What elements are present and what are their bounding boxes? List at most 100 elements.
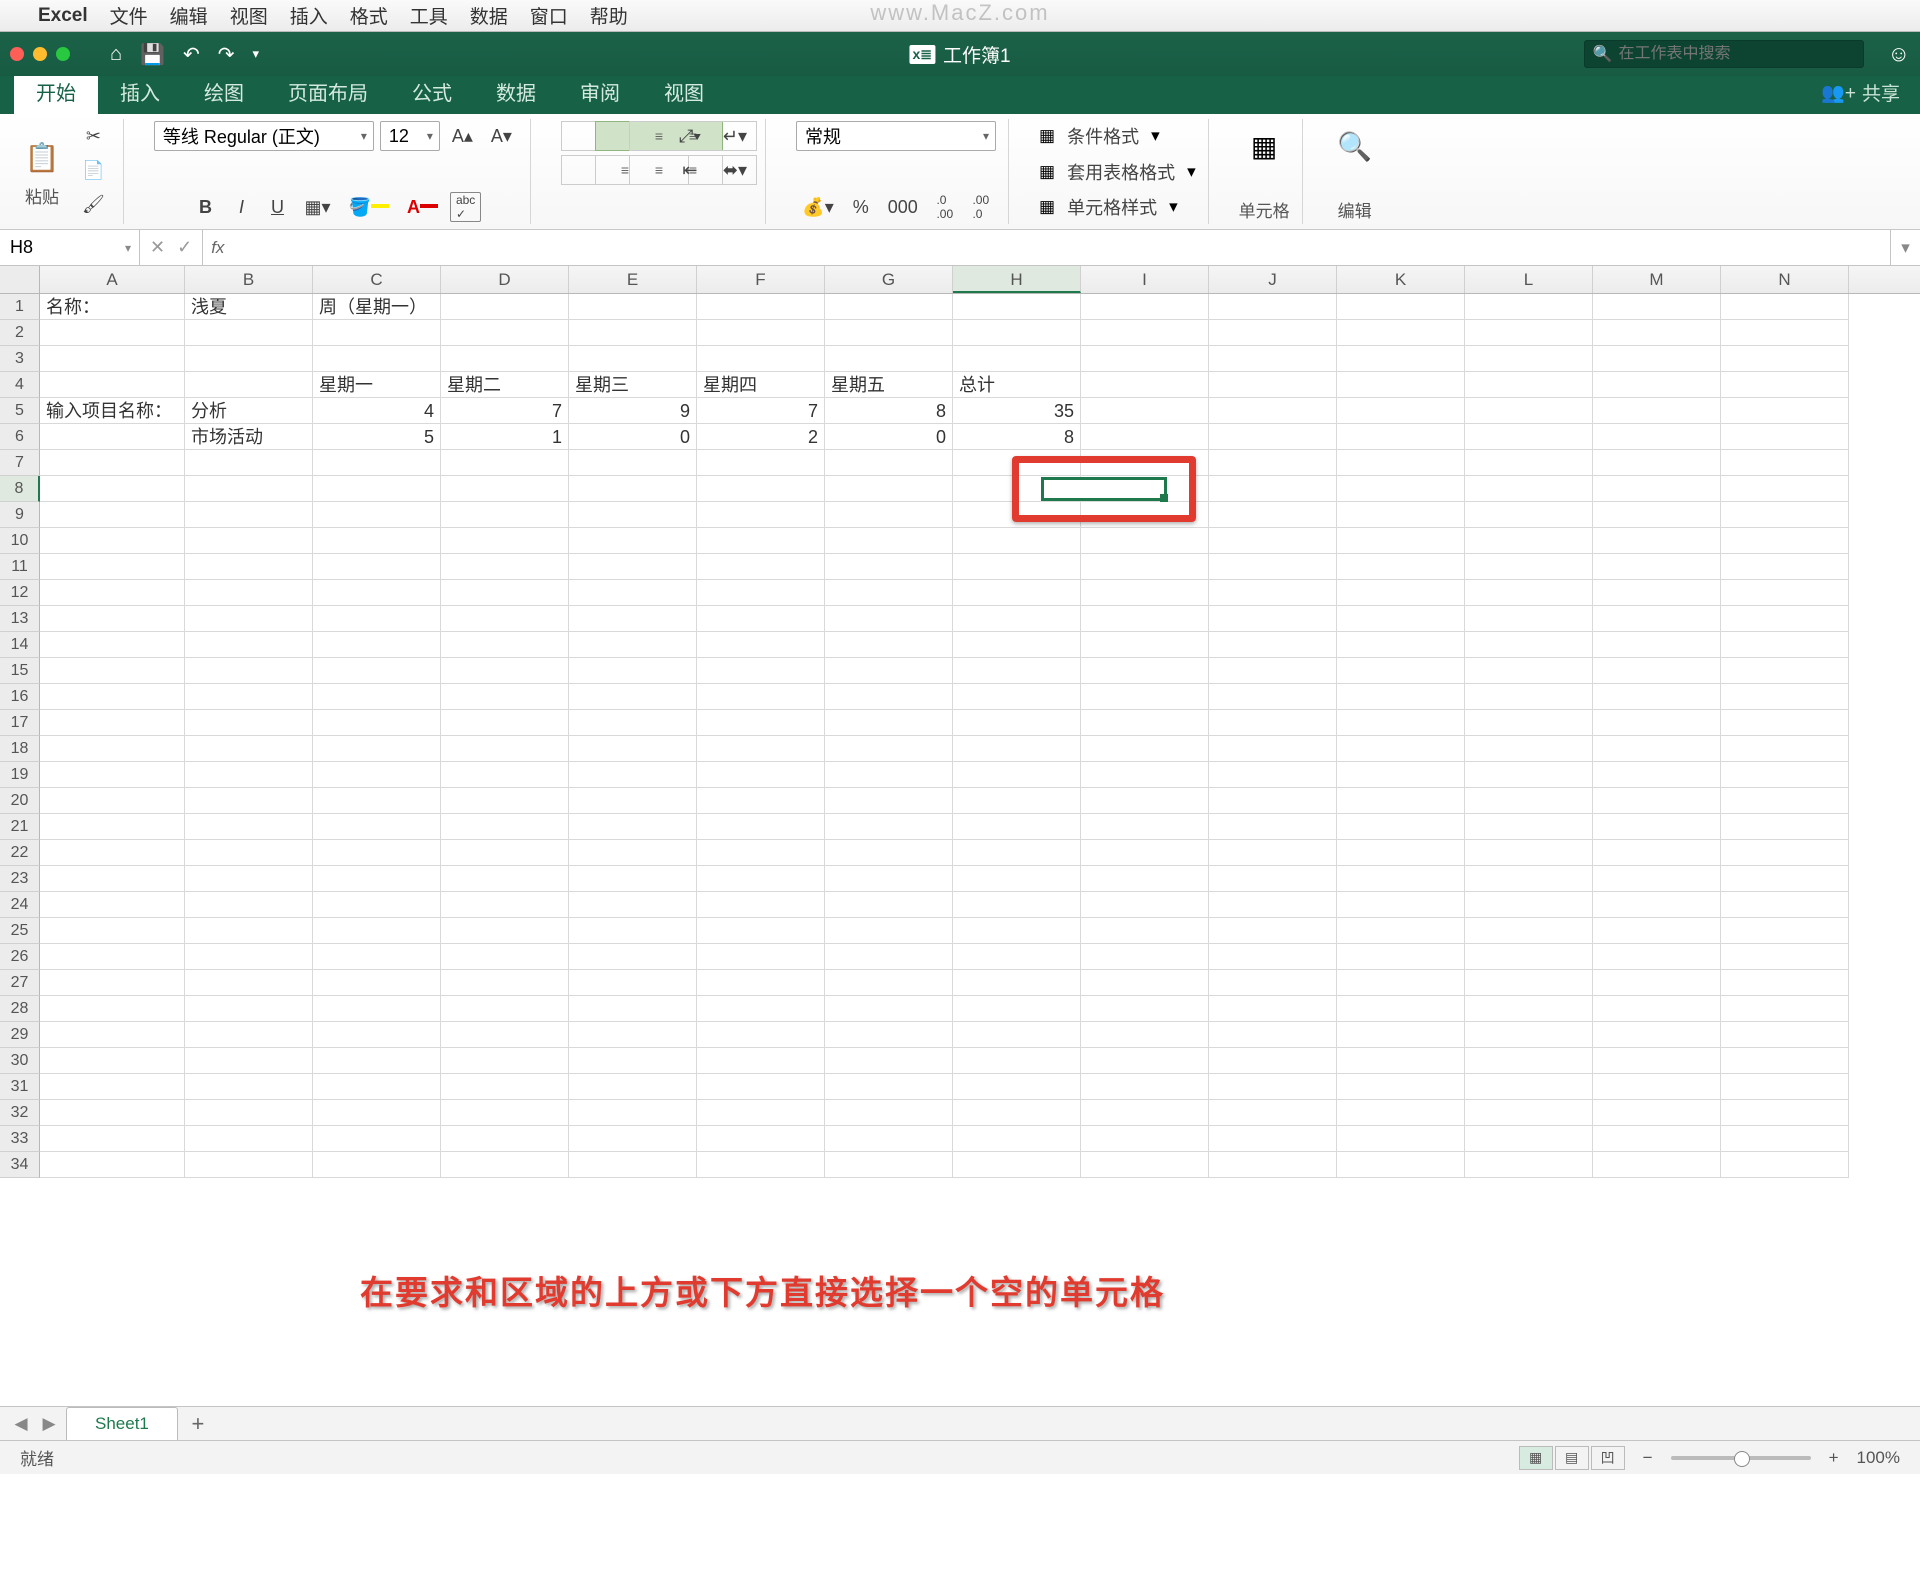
cell-G18[interactable] [825,736,953,762]
cell-C9[interactable] [313,502,441,528]
cell-J22[interactable] [1209,840,1337,866]
cell-L26[interactable] [1465,944,1593,970]
col-header-J[interactable]: J [1209,266,1337,293]
cell-L5[interactable] [1465,398,1593,424]
number-format-select[interactable]: 常规 [796,121,996,151]
cell-A26[interactable] [40,944,185,970]
cell-D34[interactable] [441,1152,569,1178]
phonetic-button[interactable]: abc✓ [450,192,481,222]
cell-C3[interactable] [313,346,441,372]
cell-I5[interactable] [1081,398,1209,424]
cell-G20[interactable] [825,788,953,814]
cell-H9[interactable] [953,502,1081,528]
cell-N19[interactable] [1721,762,1849,788]
cell-C4[interactable]: 星期一 [313,372,441,398]
maximize-icon[interactable] [56,47,70,61]
row-header[interactable]: 4 [0,372,40,398]
cell-C29[interactable] [313,1022,441,1048]
cell-L27[interactable] [1465,970,1593,996]
menu-data[interactable]: 数据 [470,2,508,29]
cell-H12[interactable] [953,580,1081,606]
cell-K20[interactable] [1337,788,1465,814]
row-header[interactable]: 24 [0,892,40,918]
cell-N4[interactable] [1721,372,1849,398]
cell-J13[interactable] [1209,606,1337,632]
cell-A33[interactable] [40,1126,185,1152]
cell-I15[interactable] [1081,658,1209,684]
cell-F14[interactable] [697,632,825,658]
cell-C22[interactable] [313,840,441,866]
cell-J34[interactable] [1209,1152,1337,1178]
cell-I23[interactable] [1081,866,1209,892]
border-button[interactable]: ▦▾ [298,192,336,222]
cell-M2[interactable] [1593,320,1721,346]
cell-N28[interactable] [1721,996,1849,1022]
increase-font-icon[interactable]: A▴ [446,121,479,151]
cell-H24[interactable] [953,892,1081,918]
cell-M23[interactable] [1593,866,1721,892]
cell-D29[interactable] [441,1022,569,1048]
menu-tools[interactable]: 工具 [410,2,448,29]
cell-N25[interactable] [1721,918,1849,944]
row-header[interactable]: 18 [0,736,40,762]
cell-H16[interactable] [953,684,1081,710]
cell-D6[interactable]: 1 [441,424,569,450]
cell-C14[interactable] [313,632,441,658]
cell-K23[interactable] [1337,866,1465,892]
cell-L16[interactable] [1465,684,1593,710]
table-format-button[interactable]: 套用表格格式 [1061,157,1181,187]
cell-L3[interactable] [1465,346,1593,372]
cell-A20[interactable] [40,788,185,814]
cell-G26[interactable] [825,944,953,970]
cell-B1[interactable]: 浅夏 [185,294,313,320]
cell-J1[interactable] [1209,294,1337,320]
cell-H33[interactable] [953,1126,1081,1152]
cell-H26[interactable] [953,944,1081,970]
cell-D23[interactable] [441,866,569,892]
cell-I26[interactable] [1081,944,1209,970]
cell-H13[interactable] [953,606,1081,632]
cell-A18[interactable] [40,736,185,762]
cell-F10[interactable] [697,528,825,554]
cell-J5[interactable] [1209,398,1337,424]
cell-I4[interactable] [1081,372,1209,398]
row-header[interactable]: 5 [0,398,40,424]
menu-file[interactable]: 文件 [110,2,148,29]
cell-D31[interactable] [441,1074,569,1100]
cell-K3[interactable] [1337,346,1465,372]
cell-K6[interactable] [1337,424,1465,450]
cell-J28[interactable] [1209,996,1337,1022]
cell-H4[interactable]: 总计 [953,372,1081,398]
cell-D24[interactable] [441,892,569,918]
sheet-prev-icon[interactable]: ◀ [10,1413,32,1435]
cell-E29[interactable] [569,1022,697,1048]
row-header[interactable]: 26 [0,944,40,970]
cell-H17[interactable] [953,710,1081,736]
cell-I33[interactable] [1081,1126,1209,1152]
cell-L14[interactable] [1465,632,1593,658]
cell-J20[interactable] [1209,788,1337,814]
cell-J11[interactable] [1209,554,1337,580]
cell-J33[interactable] [1209,1126,1337,1152]
cell-C28[interactable] [313,996,441,1022]
cell-C11[interactable] [313,554,441,580]
cell-I28[interactable] [1081,996,1209,1022]
cell-M21[interactable] [1593,814,1721,840]
cell-E32[interactable] [569,1100,697,1126]
cell-I21[interactable] [1081,814,1209,840]
cell-N24[interactable] [1721,892,1849,918]
cell-N18[interactable] [1721,736,1849,762]
cell-G23[interactable] [825,866,953,892]
cell-F2[interactable] [697,320,825,346]
row-header[interactable]: 28 [0,996,40,1022]
comma-button[interactable]: 000 [882,192,924,222]
row-header[interactable]: 21 [0,814,40,840]
row-header[interactable]: 20 [0,788,40,814]
view-normal-icon[interactable]: ▦ [1519,1446,1553,1470]
cell-C34[interactable] [313,1152,441,1178]
cell-N15[interactable] [1721,658,1849,684]
cell-E2[interactable] [569,320,697,346]
cell-C26[interactable] [313,944,441,970]
cell-F17[interactable] [697,710,825,736]
cell-E31[interactable] [569,1074,697,1100]
